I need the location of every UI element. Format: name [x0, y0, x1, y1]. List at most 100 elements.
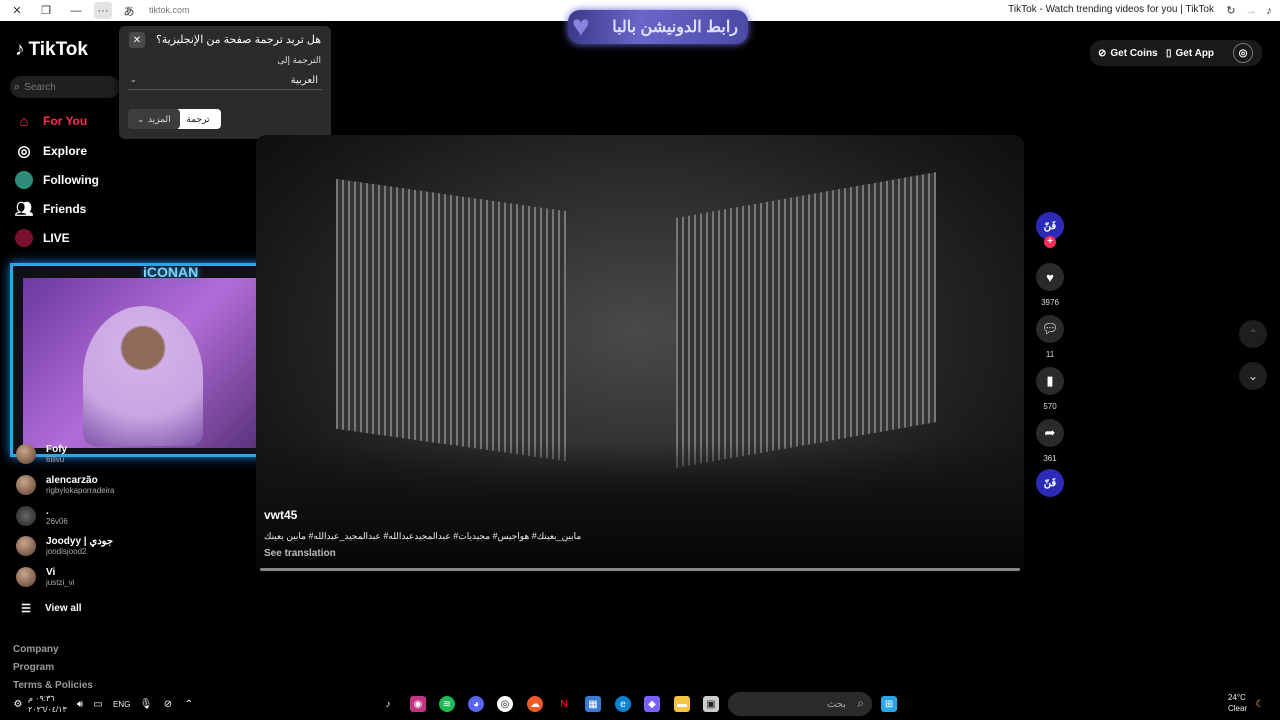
windows-taskbar: ⚙ ٠٩:٣٦ م ٢٠٢٦/٠٤/١٣ 🔊︎ ▭ ENG 🎙︎ ⊘ ⌃ ♪ ◉… — [0, 688, 1280, 720]
account-username: joodisjood2 — [46, 547, 87, 556]
account-item[interactable]: Vi justzi_vi — [16, 564, 74, 590]
share-count: 361 — [1043, 454, 1057, 463]
account-name: Vi — [46, 567, 56, 578]
bookmark-icon[interactable]: ▮ — [1036, 367, 1064, 395]
chevron-down-icon: ⌄ — [1247, 369, 1259, 383]
next-video-button[interactable]: ⌄ — [1239, 362, 1267, 390]
previous-video-button[interactable]: ⌃ — [1239, 320, 1267, 348]
account-item[interactable]: . 26v06 — [16, 503, 68, 529]
instagram-icon[interactable]: ◉ — [410, 696, 426, 712]
network-icon[interactable]: ▭ — [90, 696, 106, 712]
list-icon: ☰ — [21, 602, 31, 615]
save-action[interactable]: ▮ 570 — [1035, 367, 1065, 411]
sound-avatar[interactable]: فَنّ — [1035, 469, 1065, 497]
comment-count: 11 — [1045, 350, 1055, 359]
weather-temp: 24°C — [1228, 693, 1246, 702]
settings-icon[interactable]: ⚙ — [10, 696, 26, 712]
search-input[interactable] — [24, 81, 105, 93]
volume-icon[interactable]: 🔊︎ — [72, 696, 88, 712]
minimize-icon[interactable]: — — [67, 2, 85, 19]
video-building-left — [336, 178, 566, 462]
profile-icon[interactable]: ◎ — [1233, 43, 1253, 63]
avatar — [16, 506, 36, 526]
account-username: 26v06 — [46, 517, 68, 526]
microphone-icon[interactable]: 🎙︎ — [138, 696, 154, 712]
file-explorer-icon[interactable]: ▬ — [674, 696, 690, 712]
translate-button[interactable]: ترجمة — [175, 109, 221, 129]
view-all-label: View all — [45, 602, 82, 614]
account-item[interactable]: Fofy 6lilvu — [16, 441, 67, 467]
comment-action[interactable]: 💬︎ 11 — [1035, 315, 1065, 359]
soundcloud-icon[interactable]: ☁ — [527, 696, 543, 712]
netflix-icon[interactable]: N — [556, 696, 572, 712]
get-coins-label: Get Coins — [1110, 47, 1158, 59]
taskbar-search-placeholder: بحث — [826, 698, 846, 710]
nav-label: For You — [43, 114, 88, 128]
language-select[interactable]: العربية ⌄ — [128, 72, 322, 90]
video-player[interactable] — [256, 135, 1024, 573]
more-label: المزيد — [148, 113, 171, 124]
window-icon[interactable]: ▣ — [703, 696, 719, 712]
reload-icon[interactable]: ↻ — [1222, 2, 1240, 19]
close-icon[interactable]: ✕ — [8, 2, 26, 19]
footer-link-program[interactable]: Program — [13, 662, 54, 673]
address-bar[interactable]: tiktok.com — [149, 5, 190, 15]
close-popup-button[interactable]: ✕ — [129, 32, 145, 48]
account-item[interactable]: alencarzão rigbylokaporradeira — [16, 472, 114, 498]
copilot-icon[interactable]: ◆ — [644, 696, 660, 712]
comment-icon[interactable]: 💬︎ — [1036, 315, 1064, 343]
avatar — [16, 567, 36, 587]
translate-icon[interactable]: あ — [120, 2, 138, 19]
camera-off-icon[interactable]: ⊘ — [160, 696, 176, 712]
account-item[interactable]: Joodyy | جودي joodisjood2 — [16, 533, 113, 559]
video-author[interactable]: vwt45 — [264, 508, 297, 522]
share-action[interactable]: ➦ 361 — [1035, 419, 1065, 463]
following-avatar-icon — [14, 170, 34, 190]
more-button[interactable]: المزيد ⌄ — [128, 109, 180, 129]
edge-icon[interactable]: e — [615, 696, 631, 712]
nav-live[interactable]: LIVE — [14, 226, 164, 250]
heart-icon[interactable]: ♥ — [1036, 263, 1064, 291]
nav-explore[interactable]: ◎ Explore — [14, 139, 164, 163]
tiktok-logo[interactable]: ♪ TikTok — [15, 39, 88, 61]
footer-link-company[interactable]: Company — [13, 644, 59, 655]
restore-icon[interactable]: ❐ — [37, 2, 55, 19]
nav-friends[interactable]: 👥︎ Friends — [14, 197, 164, 221]
tiktok-app-icon[interactable]: ♪ — [380, 696, 396, 712]
spotify-icon[interactable]: ≋ — [439, 696, 455, 712]
sound-avatar-text: فَنّ — [1036, 469, 1064, 497]
search-box[interactable]: ⌕ — [10, 76, 120, 98]
more-menu-button[interactable]: ··· — [94, 2, 112, 19]
language-indicator[interactable]: ENG — [113, 700, 130, 709]
forward-icon[interactable]: → — [1242, 2, 1260, 19]
weather-moon-icon[interactable]: ☾ — [1252, 696, 1268, 712]
windows-start-icon[interactable]: ⊞ — [881, 696, 897, 712]
compass-icon: ◎ — [17, 143, 31, 160]
follow-plus-icon[interactable]: + — [1044, 236, 1056, 248]
like-count: 3976 — [1041, 298, 1059, 307]
nav-label: Explore — [43, 144, 88, 158]
nav-following[interactable]: Following — [14, 168, 164, 192]
avatar — [16, 536, 36, 556]
get-app-button[interactable]: ▯ Get App — [1166, 42, 1214, 64]
chrome-icon[interactable]: ◎ — [497, 696, 513, 712]
taskbar-search[interactable]: بحث ⌕ — [728, 692, 872, 716]
chevron-up-icon[interactable]: ⌃ — [181, 696, 197, 712]
get-coins-button[interactable]: ⊘ Get Coins — [1098, 42, 1158, 64]
search-icon: ⌕ — [857, 696, 864, 710]
chevron-down-icon: ⌄ — [130, 75, 137, 84]
friends-icon: 👥︎ — [14, 201, 34, 218]
nav-label: Following — [43, 173, 99, 187]
video-progress-bar[interactable] — [260, 568, 1020, 571]
share-icon[interactable]: ➦ — [1036, 419, 1064, 447]
like-action[interactable]: ♥ 3976 — [1035, 263, 1065, 307]
logo-text: TikTok — [28, 39, 88, 60]
see-translation-link[interactable]: See translation — [264, 548, 336, 559]
clock-date: ٢٠٢٦/٠٤/١٣ — [28, 705, 67, 714]
chevron-up-icon: ⌃ — [1247, 327, 1259, 341]
video-building-right — [676, 172, 936, 468]
view-all-link[interactable]: ☰ View all — [16, 596, 166, 620]
discord-icon[interactable]: ◕ — [468, 696, 484, 712]
close-icon: ✕ — [132, 34, 142, 46]
store-icon[interactable]: ▦ — [585, 696, 601, 712]
